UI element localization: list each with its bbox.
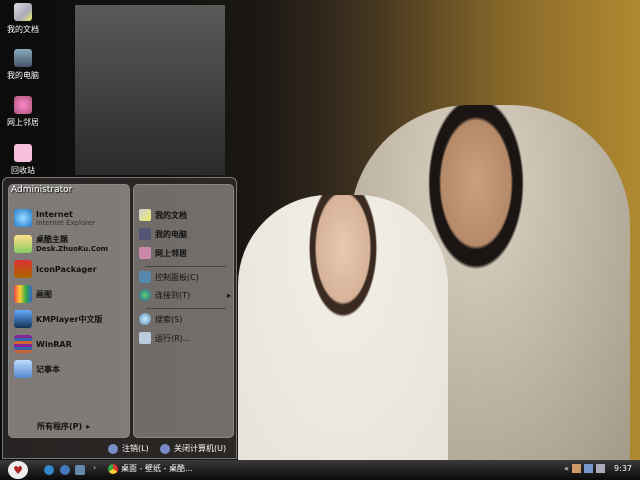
- run-icon: [139, 332, 151, 344]
- menu-item-winrar[interactable]: WinRAR: [14, 335, 72, 353]
- system-tray: « 9:37: [564, 464, 632, 473]
- arrow-right-icon: ▸: [86, 422, 91, 431]
- desktop-icon-my-documents[interactable]: 我的文档: [0, 3, 46, 35]
- menu-item-search[interactable]: 搜索(S): [139, 313, 182, 325]
- menu-item-my-computer[interactable]: 我的电脑: [139, 228, 187, 240]
- all-programs-button[interactable]: 所有程序(P) ▸: [37, 421, 90, 432]
- menu-item-paint[interactable]: 画图: [14, 285, 52, 303]
- menu-item-run[interactable]: 运行(R)...: [139, 332, 190, 344]
- menu-item-internet[interactable]: Internet Internet Explorer: [14, 209, 95, 227]
- folder-icon: [139, 209, 151, 221]
- power-icon: [160, 443, 170, 454]
- tray-network-icon[interactable]: [584, 464, 594, 473]
- taskbar: ♥ › 桌面 - 壁纸 - 桌酷... « 9:37: [0, 460, 640, 480]
- start-menu: Internet Internet Explorer 桌酷主题 Desk.ZhuoK…: [2, 177, 237, 459]
- menu-item-connect-to[interactable]: 连接到(T) ▸: [139, 289, 231, 301]
- folder-icon: [14, 3, 32, 21]
- show-desktop-icon[interactable]: [75, 465, 85, 475]
- desktop-icon-network[interactable]: 网上邻居: [0, 96, 46, 128]
- clock[interactable]: 9:37: [614, 464, 632, 473]
- winrar-icon: [14, 335, 32, 353]
- pinned-programs-panel: Internet Internet Explorer 桌酷主题 Desk.ZhuoK…: [8, 184, 130, 438]
- places-panel: 我的文档 我的电脑 网上邻居 控制面板(C) 连接到(T) ▸ 搜索(S) 运行(…: [133, 184, 234, 438]
- notepad-icon: [14, 360, 32, 378]
- computer-icon: [14, 49, 32, 67]
- menu-item-my-documents[interactable]: 我的文档: [139, 209, 187, 221]
- computer-icon: [139, 228, 151, 240]
- chevron-left-icon[interactable]: «: [564, 464, 569, 473]
- shutdown-button[interactable]: 关闭计算机(U): [160, 443, 226, 454]
- ie-icon[interactable]: [44, 465, 54, 475]
- iconpackager-icon: [14, 260, 32, 278]
- arrow-right-icon: ▸: [226, 290, 231, 300]
- desktop-icon-recycle-bin[interactable]: 回收站: [0, 144, 46, 176]
- menu-item-iconpackager[interactable]: IconPackager: [14, 260, 97, 278]
- menu-item-kmplayer[interactable]: KMPlayer中文版: [14, 310, 103, 328]
- heart-icon: ♥: [13, 463, 23, 477]
- logoff-icon: [108, 443, 118, 454]
- tray-app-icon[interactable]: [572, 464, 582, 473]
- search-icon: [139, 313, 151, 325]
- network-icon: [139, 247, 151, 259]
- menu-item-zhuoku[interactable]: 桌酷主题 Desk.ZhuoKu.Com: [14, 234, 108, 253]
- desktop-icon-my-computer[interactable]: 我的电脑: [0, 49, 46, 81]
- taskbar-button-browser[interactable]: 桌面 - 壁纸 - 桌酷...: [108, 463, 193, 474]
- start-button[interactable]: ♥: [8, 461, 28, 479]
- menu-item-network[interactable]: 网上邻居: [139, 247, 187, 259]
- separator: [146, 266, 226, 267]
- chevron-right-icon[interactable]: ›: [93, 463, 103, 473]
- chrome-icon: [108, 463, 118, 474]
- separator: [146, 308, 226, 309]
- ie-icon: [14, 209, 32, 227]
- control-panel-icon: [139, 271, 151, 283]
- network-icon: [14, 96, 32, 114]
- recycle-bin-icon: [14, 144, 32, 162]
- globe-icon: [139, 289, 151, 301]
- volume-icon[interactable]: [596, 464, 606, 473]
- menu-item-notepad[interactable]: 记事本: [14, 360, 60, 378]
- logoff-button[interactable]: 注销(L): [108, 443, 149, 454]
- user-name: Administrator: [11, 185, 73, 195]
- kmplayer-icon: [14, 310, 32, 328]
- paint-icon: [14, 285, 32, 303]
- globe-icon[interactable]: [60, 465, 70, 475]
- menu-item-control-panel[interactable]: 控制面板(C): [139, 271, 199, 283]
- start-menu-footer: 注销(L) 关闭计算机(U): [3, 438, 236, 458]
- theme-icon: [14, 234, 32, 253]
